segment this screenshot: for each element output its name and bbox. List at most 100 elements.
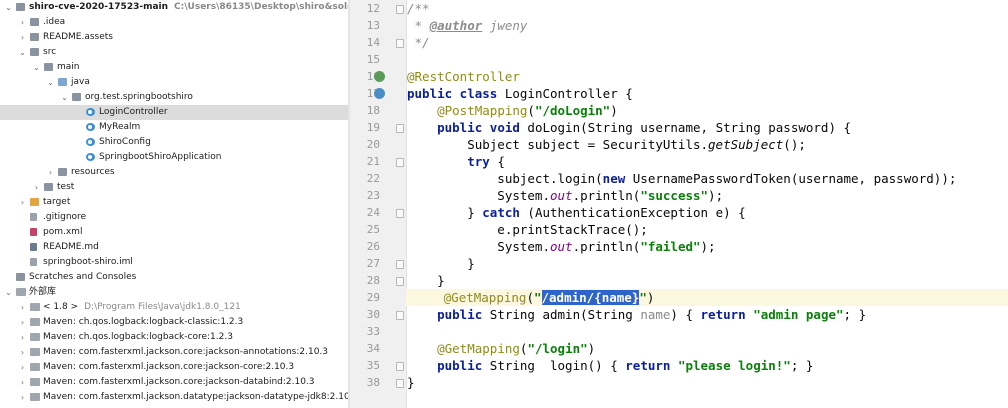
code-line[interactable]: @RestController: [407, 68, 520, 85]
chevron-right-icon[interactable]: ›: [46, 165, 55, 180]
chevron-down-icon[interactable]: ⌄: [46, 75, 55, 90]
chevron-right-icon[interactable]: ›: [18, 375, 27, 390]
tree-item[interactable]: › resources: [0, 165, 350, 180]
tree-item[interactable]: pom.xml: [0, 225, 350, 240]
code-token: UsernamePasswordToken(username, password…: [632, 171, 957, 186]
code-token: e.printStackTrace();: [407, 222, 648, 237]
tree-item[interactable]: › .idea: [0, 15, 350, 30]
fold-toggle-icon[interactable]: [396, 5, 404, 14]
tree-item[interactable]: ⌄ src: [0, 45, 350, 60]
chevron-right-icon[interactable]: ›: [18, 195, 27, 210]
tree-item[interactable]: LoginController: [0, 105, 350, 120]
tree-item-text: README.md: [43, 240, 99, 255]
code-line[interactable]: Subject subject = SecurityUtils.getSubje…: [407, 136, 806, 153]
tree-item[interactable]: ⌄ main: [0, 60, 350, 75]
tree-item[interactable]: › Maven: ch.qos.logback:logback-classic:1…: [0, 315, 350, 330]
tree-item[interactable]: › Maven: ch.qos.logback:logback-core:1.2.…: [0, 330, 350, 345]
chevron-down-icon[interactable]: ⌄: [60, 90, 69, 105]
code-line[interactable]: System.out.println("failed");: [407, 238, 715, 255]
code-line[interactable]: * @author jweny: [407, 17, 528, 34]
chevron-right-icon[interactable]: ›: [32, 180, 41, 195]
tree-item[interactable]: Scratches and Consoles: [0, 270, 350, 285]
tree-item[interactable]: ⌄ org.test.springbootshiro: [0, 90, 350, 105]
web-endpoint-icon[interactable]: [374, 88, 385, 99]
markdown-file-icon: [30, 243, 37, 251]
code-line[interactable]: }: [407, 374, 415, 391]
folder-icon: [44, 183, 53, 191]
tree-item[interactable]: SpringbootShiroApplication: [0, 150, 350, 165]
chevron-right-icon[interactable]: ›: [18, 315, 27, 330]
chevron-down-icon[interactable]: ⌄: [32, 60, 41, 75]
fold-toggle-icon[interactable]: [396, 362, 404, 371]
tree-item[interactable]: springboot-shiro.iml: [0, 255, 350, 270]
tree-item-text: target: [43, 195, 70, 210]
tree-item[interactable]: ShiroConfig: [0, 135, 350, 150]
tree-item-label: Maven: com.fasterxml.jackson.datatype:ja…: [43, 392, 350, 402]
code-token: @PostMapping: [437, 103, 528, 118]
chevron-right-icon[interactable]: ›: [18, 15, 27, 30]
folder-icon: [30, 48, 39, 56]
code-token: "please login!": [677, 358, 791, 373]
tree-item[interactable]: README.md: [0, 240, 350, 255]
code-line[interactable]: public class LoginController {: [407, 85, 633, 102]
tree-item[interactable]: › < 1.8 > D:\Program Files\Java\jdk1.8.0_1…: [0, 300, 350, 315]
chevron-right-icon[interactable]: ›: [18, 330, 27, 345]
code-editor[interactable]: /** * @author jweny */@RestController pub…: [406, 0, 1008, 408]
code-line[interactable]: } catch (AuthenticationException e) {: [407, 204, 745, 221]
chevron-right-icon[interactable]: ›: [18, 360, 27, 375]
code-line[interactable]: System.out.println("success");: [407, 187, 723, 204]
code-line[interactable]: }: [407, 255, 475, 272]
tree-item-label: MyRealm: [99, 122, 141, 132]
code-line[interactable]: subject.login(new UsernamePasswordToken(…: [407, 170, 956, 187]
tree-item-label: Maven: ch.qos.logback:logback-classic:1.…: [43, 317, 244, 327]
java-class-icon: [86, 123, 95, 131]
tree-item[interactable]: › test: [0, 180, 350, 195]
fold-toggle-icon[interactable]: [396, 311, 404, 320]
tree-item[interactable]: › Maven: com.fasterxml.jackson.core:jacks…: [0, 360, 350, 375]
spring-bean-icon[interactable]: [374, 71, 385, 82]
code-line[interactable]: @GetMapping("/login"): [407, 340, 595, 357]
tree-item[interactable]: › target: [0, 195, 350, 210]
chevron-down-icon[interactable]: ⌄: [4, 285, 13, 300]
tree-item[interactable]: › Maven: com.fasterxml.jackson.datatype:j…: [0, 390, 350, 405]
chevron-right-icon[interactable]: ›: [18, 345, 27, 360]
tree-item-text: Maven: com.fasterxml.jackson.core:jackso…: [43, 375, 315, 390]
tree-item[interactable]: ⌄ 外部库: [0, 285, 350, 300]
chevron-right-icon[interactable]: ›: [18, 300, 27, 315]
chevron-right-icon[interactable]: ›: [18, 390, 27, 405]
fold-toggle-icon[interactable]: [396, 379, 404, 388]
code-line[interactable]: @PostMapping("/doLogin"): [407, 102, 618, 119]
chevron-down-icon[interactable]: ⌄: [18, 45, 27, 60]
tree-item[interactable]: › Maven: com.fasterxml.jackson.core:jacks…: [0, 345, 350, 360]
tree-item-label: src: [43, 47, 57, 57]
fold-toggle-icon[interactable]: [396, 158, 404, 167]
tree-item[interactable]: ⌄ shiro-cve-2020-17523-main C:\Users\86135…: [0, 0, 350, 15]
tree-item[interactable]: .gitignore: [0, 210, 350, 225]
tree-item[interactable]: ⌄ java: [0, 75, 350, 90]
code-line[interactable]: try {: [407, 153, 505, 170]
fold-toggle-icon[interactable]: [396, 39, 404, 48]
tree-item-text: main: [57, 60, 80, 75]
fold-toggle-icon[interactable]: [396, 209, 404, 218]
chevron-down-icon[interactable]: ⌄: [4, 0, 13, 15]
code-line[interactable]: /**: [407, 0, 430, 17]
code-line[interactable]: public String login() { return "please l…: [407, 357, 813, 374]
fold-toggle-icon[interactable]: [396, 124, 404, 133]
line-number: 15: [366, 53, 380, 66]
tree-item-label: Maven: com.fasterxml.jackson.core:jackso…: [43, 347, 329, 357]
maven-pom-icon: [30, 228, 37, 236]
code-line[interactable]: }: [407, 272, 445, 289]
tree-item[interactable]: › Maven: com.fasterxml.jackson.core:jacks…: [0, 375, 350, 390]
tree-item[interactable]: › README.assets: [0, 30, 350, 45]
chevron-right-icon[interactable]: ›: [18, 30, 27, 45]
code-line[interactable]: @GetMapping("/admin/{name}"): [406, 289, 1008, 306]
code-line[interactable]: e.printStackTrace();: [407, 221, 648, 238]
code-line[interactable]: */: [407, 34, 430, 51]
fold-toggle-icon[interactable]: [396, 260, 404, 269]
code-line[interactable]: public void doLogin(String username, Str…: [407, 119, 851, 136]
tree-item[interactable]: MyRealm: [0, 120, 350, 135]
code-line[interactable]: public String admin(String name) { retur…: [407, 306, 866, 323]
file-icon: [30, 258, 37, 266]
fold-toggle-icon[interactable]: [396, 277, 404, 286]
